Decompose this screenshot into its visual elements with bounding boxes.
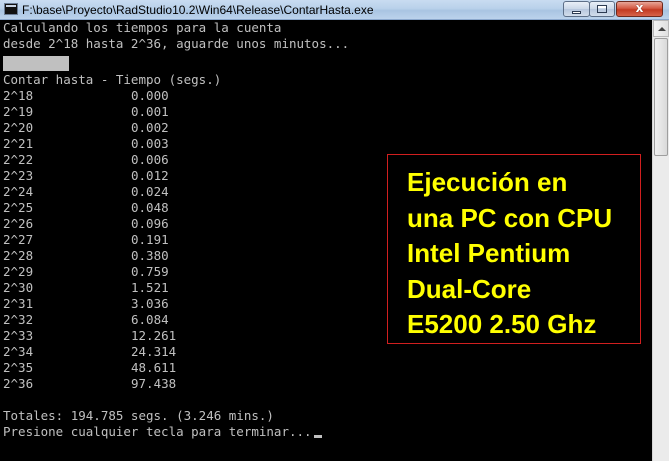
row-time: 3.036 [131,296,169,311]
row-power: 2^35 [3,360,34,375]
row-time: 0.012 [131,168,169,183]
vertical-scrollbar[interactable] [652,20,669,461]
row-power: 2^33 [3,328,34,343]
prompt-text: Presione cualquier tecla para terminar..… [3,424,312,439]
table-row: 2^30 1.521 [3,280,169,296]
row-time: 24.314 [131,344,177,359]
table-row: 2^32 6.084 [3,312,169,328]
row-time: 48.611 [131,360,177,375]
row-time: 0.380 [131,248,169,263]
table-row: 2^29 0.759 [3,264,169,280]
row-time: 0.001 [131,104,169,119]
window-title: F:\base\Proyecto\RadStudio10.2\Win64\Rel… [22,3,374,17]
table-row: 2^27 0.191 [3,232,169,248]
table-row: 2^36 97.438 [3,376,176,392]
row-time: 1.521 [131,280,169,295]
arrow-up-icon [658,27,666,31]
row-time: 0.024 [131,184,169,199]
row-power: 2^26 [3,216,34,231]
row-time: 6.084 [131,312,169,327]
row-power: 2^22 [3,152,34,167]
row-time: 0.002 [131,120,169,135]
table-header: Contar hasta - Tiempo (segs.) [3,72,222,87]
totals-line: Totales: 194.785 segs. (3.246 mins.) [3,408,274,423]
table-row: 2^21 0.003 [3,136,169,152]
table-row: 2^31 3.036 [3,296,169,312]
table-row: 2^34 24.314 [3,344,176,360]
table-row: 2^28 0.380 [3,248,169,264]
row-power: 2^30 [3,280,34,295]
cpu-annotation-text: Ejecución en una PC con CPU Intel Pentiu… [407,167,613,339]
table-row: 2^22 0.006 [3,152,169,168]
table-row: 2^35 48.611 [3,360,176,376]
row-time: 0.048 [131,200,169,215]
prompt-line: Presione cualquier tecla para terminar..… [3,424,322,440]
close-icon: x [635,1,644,15]
scroll-up-button[interactable] [653,20,669,37]
scroll-thumb[interactable] [654,38,668,156]
row-power: 2^18 [3,88,34,103]
table-row: 2^19 0.001 [3,104,169,120]
table-row: 2^26 0.096 [3,216,169,232]
row-time: 12.261 [131,328,177,343]
row-power: 2^27 [3,232,34,247]
row-time: 0.006 [131,152,169,167]
row-power: 2^25 [3,200,34,215]
intro-line-1: Calculando los tiempos para la cuenta [3,20,282,35]
row-power: 2^20 [3,120,34,135]
row-power: 2^21 [3,136,34,151]
row-power: 2^23 [3,168,34,183]
selection-highlight [3,56,69,71]
minimize-button[interactable] [563,1,590,17]
row-time: 0.003 [131,136,169,151]
row-time: 0.191 [131,232,169,247]
title-bar[interactable]: F:\base\Proyecto\RadStudio10.2\Win64\Rel… [0,0,669,20]
intro-line-2: desde 2^18 hasta 2^36, aguarde unos minu… [3,36,350,51]
row-power: 2^31 [3,296,34,311]
row-power: 2^36 [3,376,34,391]
row-power: 2^29 [3,264,34,279]
row-power: 2^24 [3,184,34,199]
table-row: 2^24 0.024 [3,184,169,200]
close-button[interactable]: x [616,1,663,17]
row-power: 2^32 [3,312,34,327]
table-row: 2^25 0.048 [3,200,169,216]
table-row: 2^23 0.012 [3,168,169,184]
table-row: 2^18 0.000 [3,88,169,104]
cpu-annotation-box: Ejecución en una PC con CPU Intel Pentiu… [387,154,641,344]
row-power: 2^19 [3,104,34,119]
minimize-icon [572,11,581,14]
row-power: 2^34 [3,344,34,359]
maximize-icon [597,5,607,13]
row-time: 97.438 [131,376,177,391]
row-power: 2^28 [3,248,34,263]
maximize-button[interactable] [589,1,615,17]
console-window: F:\base\Proyecto\RadStudio10.2\Win64\Rel… [0,0,669,461]
console-output[interactable]: Calculando los tiempos para la cuenta de… [0,20,652,461]
table-row: 2^33 12.261 [3,328,176,344]
row-time: 0.000 [131,88,169,103]
row-time: 0.759 [131,264,169,279]
text-cursor [313,435,322,438]
table-row: 2^20 0.002 [3,120,169,136]
row-time: 0.096 [131,216,169,231]
console-app-icon[interactable] [4,3,18,15]
